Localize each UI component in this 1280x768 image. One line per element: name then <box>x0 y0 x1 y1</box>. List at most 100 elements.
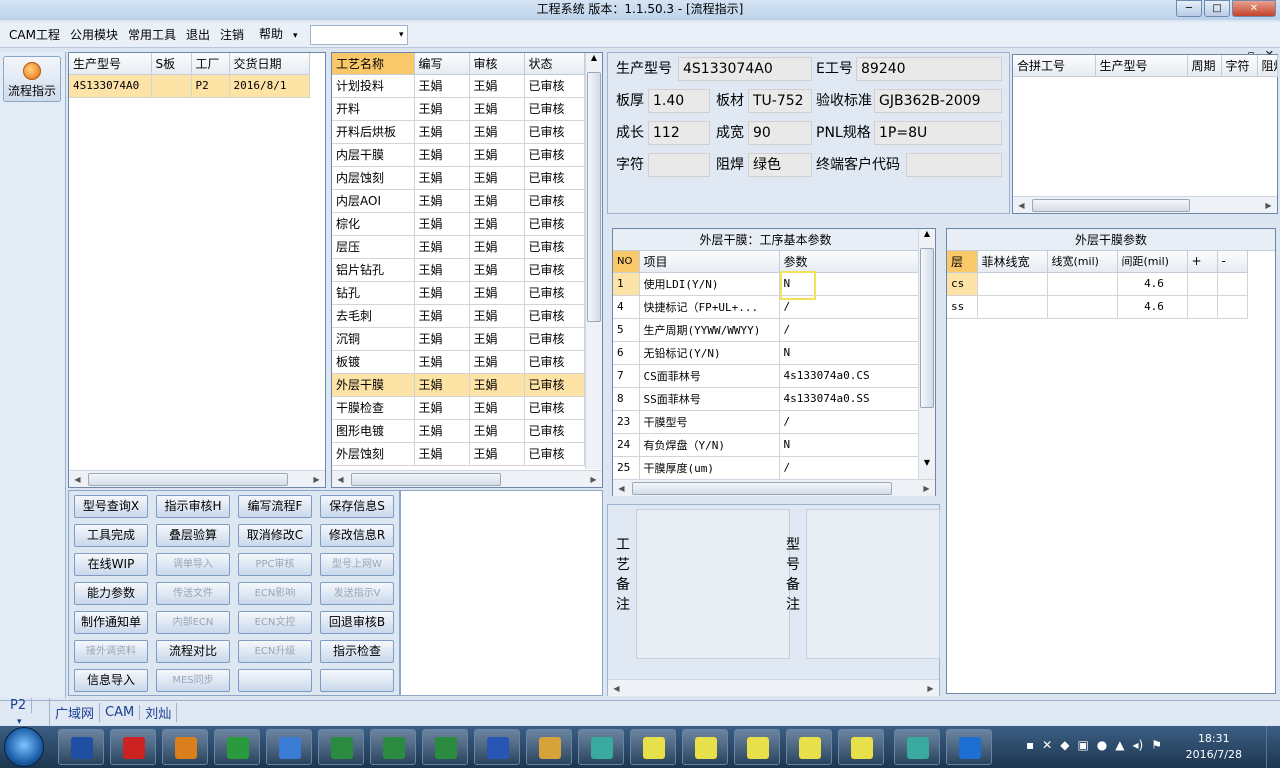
action-button-6[interactable]: 取消修改C <box>238 524 312 547</box>
col-spacing-mil[interactable]: 间距(mil) <box>1117 251 1188 273</box>
menu-common[interactable]: 公用模块 <box>65 22 123 48</box>
scroll-thumb[interactable] <box>632 481 892 495</box>
col-reviewer[interactable]: 审核 <box>469 53 525 75</box>
eno-field[interactable]: 89240 <box>856 57 1002 81</box>
params-hscrollbar[interactable]: ◀ ▶ <box>613 479 935 496</box>
scroll-left-icon[interactable]: ◀ <box>608 684 625 693</box>
table-row[interactable]: 干膜检查 王娟 王娟 已审核 <box>332 396 585 420</box>
action-button-11[interactable]: 型号上网W <box>320 553 394 576</box>
action-button-19[interactable]: 回退审核B <box>320 611 394 634</box>
taskbar-app-icon[interactable] <box>474 729 520 765</box>
scroll-left-icon[interactable]: ◀ <box>69 475 86 484</box>
scroll-thumb[interactable] <box>88 472 288 486</box>
menu-help[interactable]: 帮助 ▾ <box>249 21 308 49</box>
action-button-18[interactable]: ECN文控 <box>238 611 312 634</box>
table-row[interactable]: 25 干膜厚度(um) / <box>613 456 919 480</box>
col-writer[interactable]: 编写 <box>414 53 470 75</box>
scroll-left-icon[interactable]: ◀ <box>1013 201 1030 210</box>
table-row[interactable]: 4S133074A0 P2 2016/8/1 <box>69 74 310 98</box>
action-button-26[interactable] <box>238 669 312 692</box>
col-combine-char[interactable]: 字符 <box>1221 55 1258 77</box>
action-button-2[interactable]: 编写流程F <box>238 495 312 518</box>
taskbar-app-icon[interactable] <box>838 729 884 765</box>
notes-hscrollbar[interactable]: ◀ ▶ <box>608 679 939 696</box>
taskbar-app-icon[interactable] <box>370 729 416 765</box>
table-row[interactable]: 内层AOI 王娟 王娟 已审核 <box>332 189 585 213</box>
menu-exit[interactable]: 退出 <box>181 22 215 48</box>
col-linewidth-mil[interactable]: 线宽(mil) <box>1047 251 1118 273</box>
col-combine-model[interactable]: 生产型号 <box>1095 55 1188 77</box>
table-row[interactable]: 铝片钻孔 王娟 王娟 已审核 <box>332 258 585 282</box>
minimize-button[interactable]: ─ <box>1176 0 1202 17</box>
taskbar-app-icon[interactable] <box>894 729 940 765</box>
mask-field[interactable]: 绿色 <box>748 153 812 177</box>
action-button-15[interactable]: 发送指示V <box>320 582 394 605</box>
table-row[interactable]: 层压 王娟 王娟 已审核 <box>332 235 585 259</box>
tab-process-instruction[interactable]: 流程指示 <box>3 56 61 102</box>
taskbar-app-icon[interactable] <box>318 729 364 765</box>
char-field[interactable] <box>648 153 710 177</box>
action-button-4[interactable]: 工具完成 <box>74 524 148 547</box>
col-param[interactable]: 参数 <box>779 251 919 273</box>
taskbar-app-icon[interactable] <box>422 729 468 765</box>
col-status[interactable]: 状态 <box>524 53 585 75</box>
action-button-3[interactable]: 保存信息S <box>320 495 394 518</box>
process-note-field[interactable] <box>636 509 790 659</box>
taskbar-app-icon[interactable] <box>58 729 104 765</box>
col-process-name[interactable]: 工艺名称 <box>332 53 415 75</box>
action-button-25[interactable]: MES同步 <box>156 669 230 692</box>
scroll-down-icon[interactable]: ▼ <box>919 458 935 467</box>
scroll-right-icon[interactable]: ▶ <box>922 684 939 693</box>
scroll-left-icon[interactable]: ◀ <box>332 475 349 484</box>
action-button-21[interactable]: 流程对比 <box>156 640 230 663</box>
table-row[interactable]: 板镀 王娟 王娟 已审核 <box>332 350 585 374</box>
action-button-27[interactable] <box>320 669 394 692</box>
table-row[interactable]: 内层干膜 王娟 王娟 已审核 <box>332 143 585 167</box>
flag-icon[interactable]: ⚑ <box>1151 738 1162 752</box>
action-button-17[interactable]: 内部ECN <box>156 611 230 634</box>
table-row[interactable]: 沉铜 王娟 王娟 已审核 <box>332 327 585 351</box>
action-button-8[interactable]: 在线WIP <box>74 553 148 576</box>
col-plus[interactable]: + <box>1187 251 1218 273</box>
action-button-10[interactable]: PPC审核 <box>238 553 312 576</box>
start-button[interactable] <box>4 727 44 767</box>
process-vscrollbar[interactable]: ▲ <box>585 53 602 469</box>
action-button-23[interactable]: 指示检查 <box>320 640 394 663</box>
col-factory[interactable]: 工厂 <box>191 53 230 75</box>
scroll-up-icon[interactable]: ▲ <box>586 53 602 70</box>
table-row[interactable]: 去毛刺 王娟 王娟 已审核 <box>332 304 585 328</box>
table-row[interactable]: 计划投料 王娟 王娟 已审核 <box>332 74 585 98</box>
model-note-field[interactable] <box>806 509 940 659</box>
action-button-13[interactable]: 传送文件 <box>156 582 230 605</box>
taskbar-app-icon[interactable] <box>162 729 208 765</box>
table-row[interactable]: 外层蚀刻 王娟 王娟 已审核 <box>332 442 585 466</box>
taskbar-app-icon[interactable] <box>630 729 676 765</box>
table-row[interactable]: 外层干膜 王娟 王娟 已审核 <box>332 373 585 397</box>
action-button-5[interactable]: 叠层验算 <box>156 524 230 547</box>
col-delivery[interactable]: 交货日期 <box>229 53 310 75</box>
table-row[interactable]: 5 生产周期(YYWW/WWYY) / <box>613 318 919 342</box>
action-button-16[interactable]: 制作通知单 <box>74 611 148 634</box>
table-row[interactable]: 棕化 王娟 王娟 已审核 <box>332 212 585 236</box>
menu-combo[interactable]: ▾ <box>309 25 408 45</box>
taskbar-app-icon[interactable] <box>214 729 260 765</box>
action-button-12[interactable]: 能力参数 <box>74 582 148 605</box>
clock[interactable]: 18:31 2016/7/28 <box>1186 731 1242 763</box>
table-row[interactable]: 6 无铅标记(Y/N) N <box>613 341 919 365</box>
tray-icon[interactable]: ◆ <box>1060 738 1069 752</box>
col-s-board[interactable]: S板 <box>151 53 192 75</box>
col-item[interactable]: 项目 <box>639 251 780 273</box>
action-button-7[interactable]: 修改信息R <box>320 524 394 547</box>
process-hscrollbar[interactable]: ◀ ▶ <box>332 470 602 487</box>
col-no[interactable]: NO <box>613 251 640 273</box>
action-button-1[interactable]: 指示审核H <box>156 495 230 518</box>
width-field[interactable]: 90 <box>748 121 812 145</box>
table-row[interactable]: 8 SS面菲林号 4s133074a0.SS <box>613 387 919 411</box>
taskbar-app-icon[interactable] <box>682 729 728 765</box>
params-vscrollbar[interactable]: ▲ ▼ <box>918 229 935 479</box>
col-model[interactable]: 生产型号 <box>69 53 152 75</box>
tray-icon[interactable]: ▣ <box>1077 738 1088 752</box>
maximize-button[interactable]: □ <box>1204 0 1230 17</box>
scroll-thumb[interactable] <box>920 248 934 408</box>
table-row[interactable]: 图形电镀 王娟 王娟 已审核 <box>332 419 585 443</box>
